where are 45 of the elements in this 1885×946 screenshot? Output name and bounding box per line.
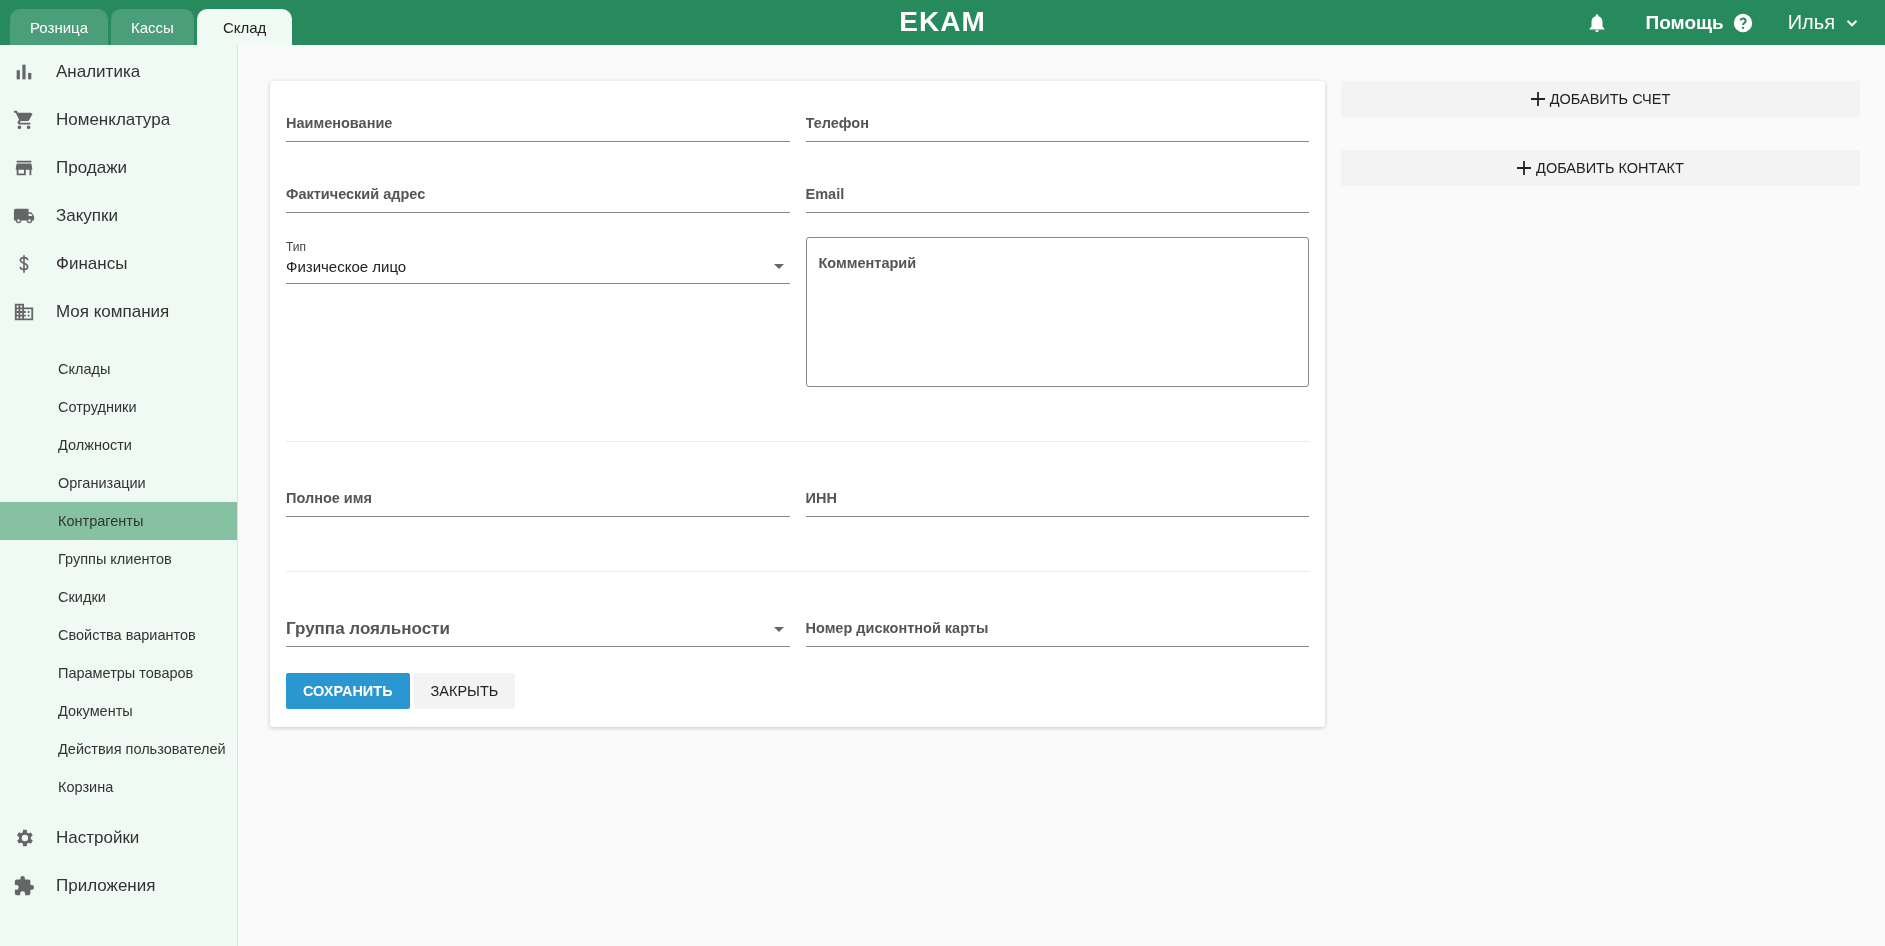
- sidebar-subitem[interactable]: Организации: [0, 464, 237, 502]
- sidebar-subitem[interactable]: Параметры товаров: [0, 654, 237, 692]
- type-select[interactable]: Тип Физическое лицо: [286, 237, 790, 284]
- building-icon: [13, 301, 35, 323]
- sidebar-subitem[interactable]: Скидки: [0, 578, 237, 616]
- sidebar-item[interactable]: Приложения: [56, 876, 156, 896]
- plus-icon: [1517, 161, 1532, 175]
- sidebar-subitem[interactable]: Корзина: [0, 768, 237, 806]
- help-link[interactable]: Помощь: [1645, 11, 1724, 34]
- logo: EKAM: [899, 6, 986, 38]
- sidebar-subitem[interactable]: Документы: [0, 692, 237, 730]
- sidebar-item[interactable]: Моя компания: [56, 302, 170, 322]
- add-button[interactable]: ДОБАВИТЬ СЧЕТ: [1341, 81, 1860, 117]
- sidebar-item[interactable]: Финансы: [56, 254, 128, 274]
- sidebar-subitem[interactable]: Должности: [0, 426, 237, 464]
- caret-icon: [773, 627, 784, 632]
- caret-icon: [773, 264, 784, 269]
- puzzle-icon: [13, 875, 35, 897]
- input-field[interactable]: Номер дисконтной карты: [805, 600, 1309, 647]
- sidebar-item[interactable]: Закупки: [56, 206, 118, 226]
- comment-field[interactable]: Комментарий: [805, 237, 1309, 387]
- input-field[interactable]: Полное имя: [286, 470, 790, 517]
- input-field[interactable]: ИНН: [805, 470, 1309, 517]
- sidebar-subitem[interactable]: Контрагенты: [0, 502, 237, 540]
- cart-icon: [13, 109, 35, 131]
- sidebar-subitem[interactable]: Группы клиентов: [0, 540, 237, 578]
- input-field[interactable]: Телефон: [805, 95, 1309, 142]
- help-icon[interactable]: [1731, 11, 1754, 34]
- app-tab[interactable]: Склад: [196, 9, 293, 45]
- sidebar-item[interactable]: Продажи: [56, 158, 127, 178]
- input-field[interactable]: Email: [805, 166, 1309, 213]
- input-field[interactable]: Фактический адрес: [286, 166, 790, 213]
- sidebar-subitem[interactable]: Сотрудники: [0, 388, 237, 426]
- sidebar-subitem[interactable]: Свойства вариантов: [0, 616, 237, 654]
- add-button[interactable]: ДОБАВИТЬ КОНТАКТ: [1341, 150, 1860, 186]
- loyalty-group-select[interactable]: Группа лояльности: [286, 600, 790, 647]
- user-menu[interactable]: Илья: [1787, 11, 1835, 34]
- sidebar-subitem[interactable]: Склады: [0, 350, 237, 388]
- plus-icon: [1530, 92, 1545, 106]
- close-button[interactable]: ЗАКРЫТЬ: [413, 673, 516, 709]
- input-field[interactable]: Наименование: [286, 95, 790, 142]
- sidebar-item[interactable]: Настройки: [56, 828, 140, 848]
- sidebar-item[interactable]: Номенклатура: [56, 110, 171, 130]
- sidebar-item[interactable]: Аналитика: [56, 62, 141, 82]
- sidebar-subitem[interactable]: Действия пользователей: [0, 730, 237, 768]
